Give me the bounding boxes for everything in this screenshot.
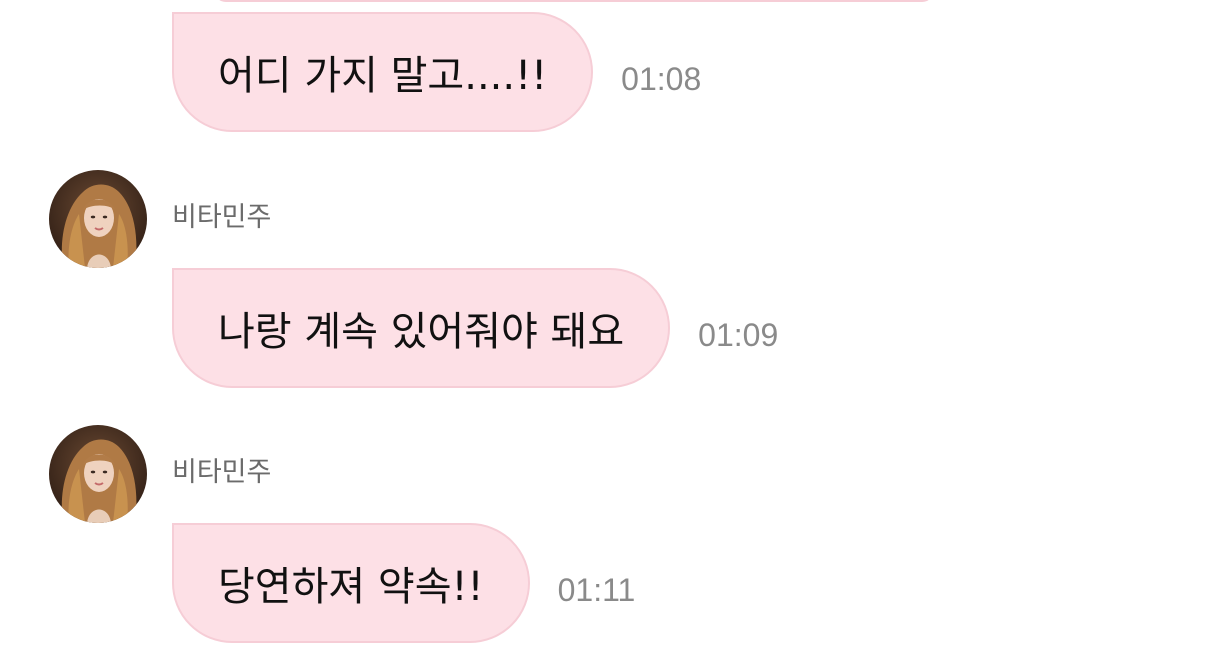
profile-photo-icon [49,425,147,523]
previous-message-bubble-edge [214,0,934,2]
message-bubble[interactable]: 당연하져 약속!! [172,523,530,643]
message-row: 당연하져 약속!! 01:11 [172,523,635,643]
message-bubble[interactable]: 나랑 계속 있어줘야 돼요 [172,268,671,388]
avatar[interactable] [49,170,147,268]
sender-name: 비타민주 [172,457,272,488]
message-timestamp: 01:08 [621,60,702,97]
message-timestamp: 01:09 [698,316,779,353]
avatar[interactable] [49,425,147,523]
sender-name: 비타민주 [172,202,272,233]
message-row: 나랑 계속 있어줘야 돼요 01:09 [172,268,778,388]
message-bubble[interactable]: 어디 가지 말고....!! [172,12,594,132]
message-timestamp: 01:11 [557,571,636,608]
message-row: 어디 가지 말고....!! 01:08 [172,12,701,132]
profile-photo-icon [49,170,147,268]
